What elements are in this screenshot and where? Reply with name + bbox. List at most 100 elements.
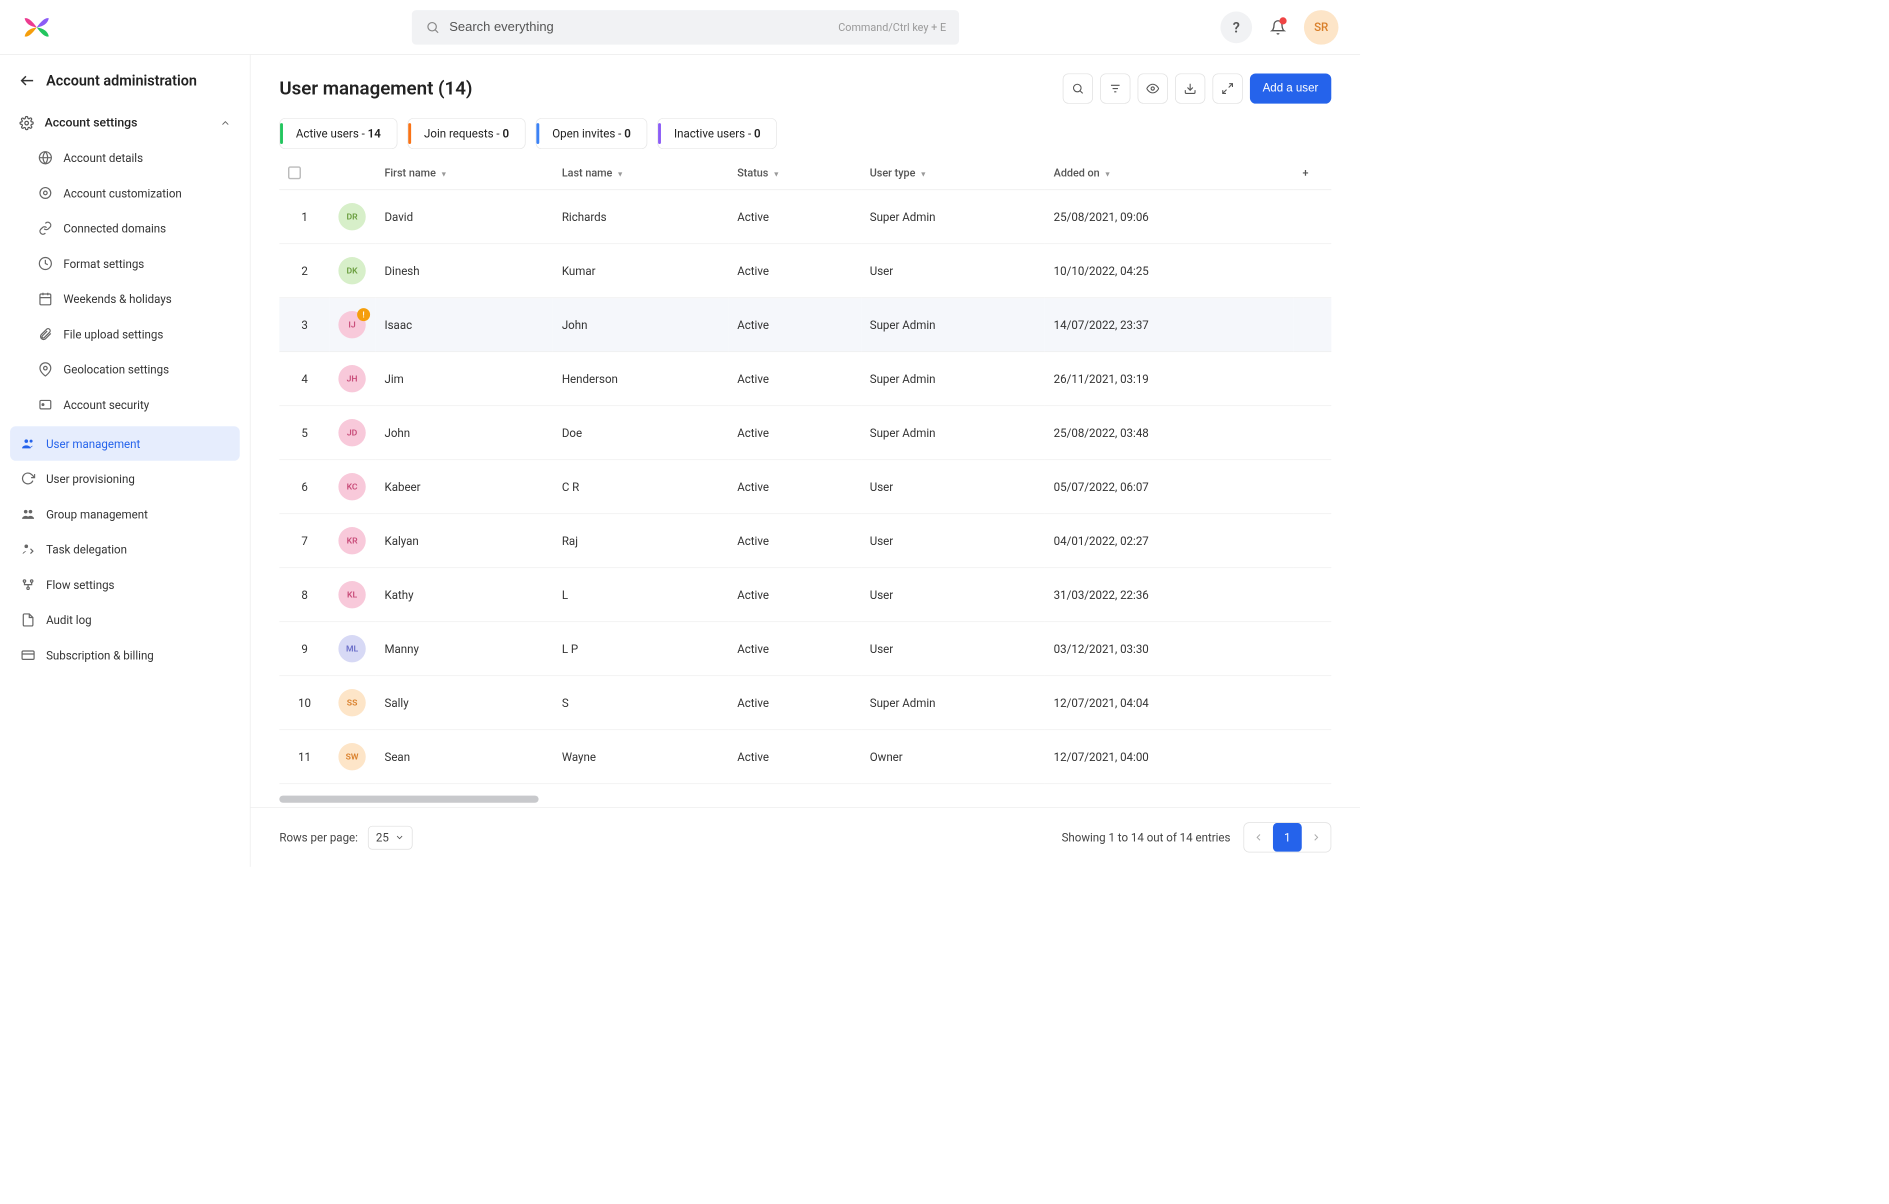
table-search-button[interactable]: [1062, 73, 1092, 103]
filter-button[interactable]: [1100, 73, 1130, 103]
col-user-type[interactable]: User type▼: [861, 156, 1045, 189]
stat-tab[interactable]: Active users - 14: [279, 118, 397, 149]
help-button[interactable]: ?: [1220, 11, 1252, 43]
sidebar-item[interactable]: File upload settings: [10, 317, 240, 352]
added-on-cell: 26/11/2021, 03:19: [1045, 352, 1294, 406]
stat-tab[interactable]: Inactive users - 0: [657, 118, 777, 149]
global-search[interactable]: Command/Ctrl key + E: [412, 10, 959, 45]
first-name-cell: Sally: [376, 676, 553, 730]
col-added-on[interactable]: Added on▼: [1045, 156, 1294, 189]
eye-icon: [1146, 82, 1159, 95]
cog-star-icon: [37, 185, 53, 201]
col-status[interactable]: Status▼: [729, 156, 861, 189]
last-name-cell: L: [553, 568, 728, 622]
notifications-button[interactable]: [1262, 11, 1294, 43]
warning-badge-icon: !: [357, 308, 370, 321]
sidebar-item[interactable]: Flow settings: [10, 567, 240, 602]
col-last-name[interactable]: Last name▼: [553, 156, 728, 189]
user-avatar: KL: [338, 581, 365, 608]
last-name-cell: S: [553, 676, 728, 730]
sidebar-item[interactable]: Group management: [10, 497, 240, 532]
table-row[interactable]: 3IJ!IsaacJohnActiveSuper Admin14/07/2022…: [279, 298, 1331, 352]
nav-label: Account details: [63, 151, 143, 165]
last-name-cell: Doe: [553, 406, 728, 460]
sidebar-item[interactable]: Geolocation settings: [10, 352, 240, 387]
sort-icon: ▼: [773, 171, 780, 179]
stat-tab[interactable]: Join requests - 0: [407, 118, 525, 149]
table-row[interactable]: 5JDJohnDoeActiveSuper Admin25/08/2022, 0…: [279, 406, 1331, 460]
chevron-up-icon: [220, 117, 232, 129]
sidebar-item[interactable]: Account customization: [10, 176, 240, 211]
sidebar-item[interactable]: User management: [10, 426, 240, 461]
download-icon: [1183, 82, 1196, 95]
tab-label: Inactive users -: [674, 127, 754, 141]
add-user-button[interactable]: Add a user: [1250, 73, 1332, 103]
user-avatar: JD: [338, 419, 365, 446]
sidebar-item[interactable]: Account security: [10, 387, 240, 422]
stat-tab[interactable]: Open invites - 0: [536, 118, 648, 149]
status-cell: Active: [729, 622, 861, 676]
table-row[interactable]: 4JHJimHendersonActiveSuper Admin26/11/20…: [279, 352, 1331, 406]
arrow-left-icon: [19, 72, 36, 89]
table-row[interactable]: 1DRDavidRichardsActiveSuper Admin25/08/2…: [279, 190, 1331, 244]
nav-label: Geolocation settings: [63, 363, 169, 377]
table-row[interactable]: 7KRKalyanRajActiveUser04/01/2022, 02:27: [279, 514, 1331, 568]
table-row[interactable]: 11SWSeanWayneActiveOwner12/07/2021, 04:0…: [279, 730, 1331, 784]
tab-label: Open invites -: [552, 127, 624, 141]
sidebar-item[interactable]: User provisioning: [10, 462, 240, 497]
add-column-button[interactable]: +: [1294, 156, 1331, 189]
first-name-cell: David: [376, 190, 553, 244]
col-first-name[interactable]: First name▼: [376, 156, 553, 189]
nav-label: Account customization: [63, 186, 181, 200]
filter-icon: [1109, 82, 1122, 95]
app-logo[interactable]: [22, 12, 52, 42]
chevron-right-icon: [1310, 832, 1322, 844]
nav-label: User provisioning: [46, 472, 135, 486]
tab-label: Active users -: [296, 127, 368, 141]
topbar: Command/Ctrl key + E ? SR: [0, 0, 1360, 55]
sidebar-item[interactable]: Format settings: [10, 246, 240, 281]
expand-button[interactable]: [1212, 73, 1242, 103]
card-icon: [20, 647, 36, 663]
calendar-icon: [37, 291, 53, 307]
table-row[interactable]: 8KLKathyLActiveUser31/03/2022, 22:36: [279, 568, 1331, 622]
table-row[interactable]: 10SSSallySActiveSuper Admin12/07/2021, 0…: [279, 676, 1331, 730]
sidebar-item[interactable]: Account details: [10, 140, 240, 175]
select-all-checkbox[interactable]: [288, 166, 301, 179]
horizontal-scrollbar[interactable]: [279, 796, 538, 803]
sidebar-item[interactable]: Subscription & billing: [10, 638, 240, 673]
user-avatar: DR: [338, 203, 365, 230]
search-icon: [425, 19, 441, 35]
rows-per-page-select[interactable]: 25: [368, 825, 413, 849]
row-number: 5: [279, 406, 329, 460]
sort-icon: ▼: [617, 171, 624, 179]
row-number: 6: [279, 460, 329, 514]
sort-icon: ▼: [1104, 171, 1111, 179]
download-button[interactable]: [1175, 73, 1205, 103]
gear-icon: [19, 115, 35, 131]
table-row[interactable]: 6KCKabeerC RActiveUser05/07/2022, 06:07: [279, 460, 1331, 514]
sidebar-item[interactable]: Weekends & holidays: [10, 282, 240, 317]
prev-page-button[interactable]: [1244, 823, 1273, 852]
sidebar-back[interactable]: Account administration: [0, 55, 250, 107]
sidebar-item[interactable]: Task delegation: [10, 532, 240, 567]
shield-icon: [37, 397, 53, 413]
sidebar-section-account-settings[interactable]: Account settings: [0, 107, 250, 140]
notification-dot-icon: [1279, 17, 1286, 24]
next-page-button[interactable]: [1302, 823, 1331, 852]
sidebar-item[interactable]: Audit log: [10, 603, 240, 638]
last-name-cell: L P: [553, 622, 728, 676]
table-row[interactable]: 2DKDineshKumarActiveUser10/10/2022, 04:2…: [279, 244, 1331, 298]
user-avatar[interactable]: SR: [1304, 10, 1339, 45]
table-row[interactable]: 9MLMannyL PActiveUser03/12/2021, 03:30: [279, 622, 1331, 676]
nav-label: File upload settings: [63, 327, 163, 341]
first-name-cell: Dinesh: [376, 244, 553, 298]
row-number: 9: [279, 622, 329, 676]
status-cell: Active: [729, 406, 861, 460]
tab-count: 0: [502, 127, 509, 141]
first-name-cell: Kabeer: [376, 460, 553, 514]
sidebar-item[interactable]: Connected domains: [10, 211, 240, 246]
page-1-button[interactable]: 1: [1273, 823, 1302, 852]
visibility-button[interactable]: [1137, 73, 1167, 103]
first-name-cell: Manny: [376, 622, 553, 676]
